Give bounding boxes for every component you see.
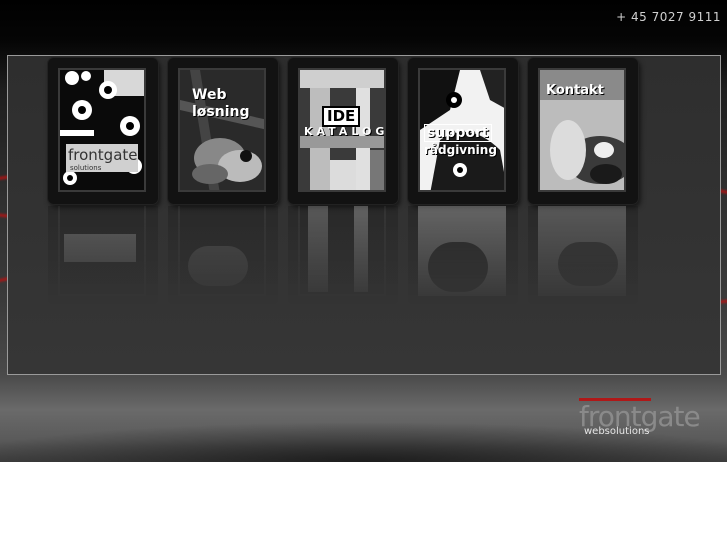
tile-reflection xyxy=(288,206,398,306)
tile-image-kontakt: Kontakt xyxy=(538,68,626,192)
tile-reflection xyxy=(48,206,158,306)
floral-art-icon xyxy=(60,70,144,190)
logo-sub-text: websolutions xyxy=(584,426,650,437)
tile-image-web: Web løsning xyxy=(178,68,266,192)
tile-kontakt[interactable]: Kontakt xyxy=(528,58,638,204)
tile-label-losning: løsning xyxy=(192,104,250,120)
tile-image-home: frontgate solutions xyxy=(58,68,146,192)
tile-reflection xyxy=(408,206,518,306)
tile-home[interactable]: frontgate solutions xyxy=(48,58,158,204)
tile-reflection xyxy=(528,206,638,306)
tile-image-support: support rådgivning xyxy=(418,68,506,192)
tile-image-ide: IDE KATALOG xyxy=(298,68,386,192)
tile-label-support: support xyxy=(424,124,492,142)
tile-label-web: Web xyxy=(192,87,227,103)
tile-label-kontakt: Kontakt xyxy=(546,83,604,98)
stage-background: + 45 7027 9111 frontgate solutions Web l… xyxy=(0,0,727,462)
tile-web[interactable]: Web løsning xyxy=(168,58,278,204)
tile-label-katalog: KATALOG xyxy=(304,125,386,138)
tile-reflection xyxy=(168,206,278,306)
tile-label-ide: IDE xyxy=(322,106,361,127)
tile-label-brand: frontgate xyxy=(68,146,138,164)
tile-label-radgivning: rådgivning xyxy=(424,143,497,157)
tile-support[interactable]: support rådgivning xyxy=(408,58,518,204)
tile-ide[interactable]: IDE KATALOG xyxy=(288,58,398,204)
frontgate-logo[interactable]: frontgate websolutions xyxy=(579,398,719,438)
tile-label-sub: solutions xyxy=(70,164,102,172)
phone-number: + 45 7027 9111 xyxy=(616,10,721,24)
